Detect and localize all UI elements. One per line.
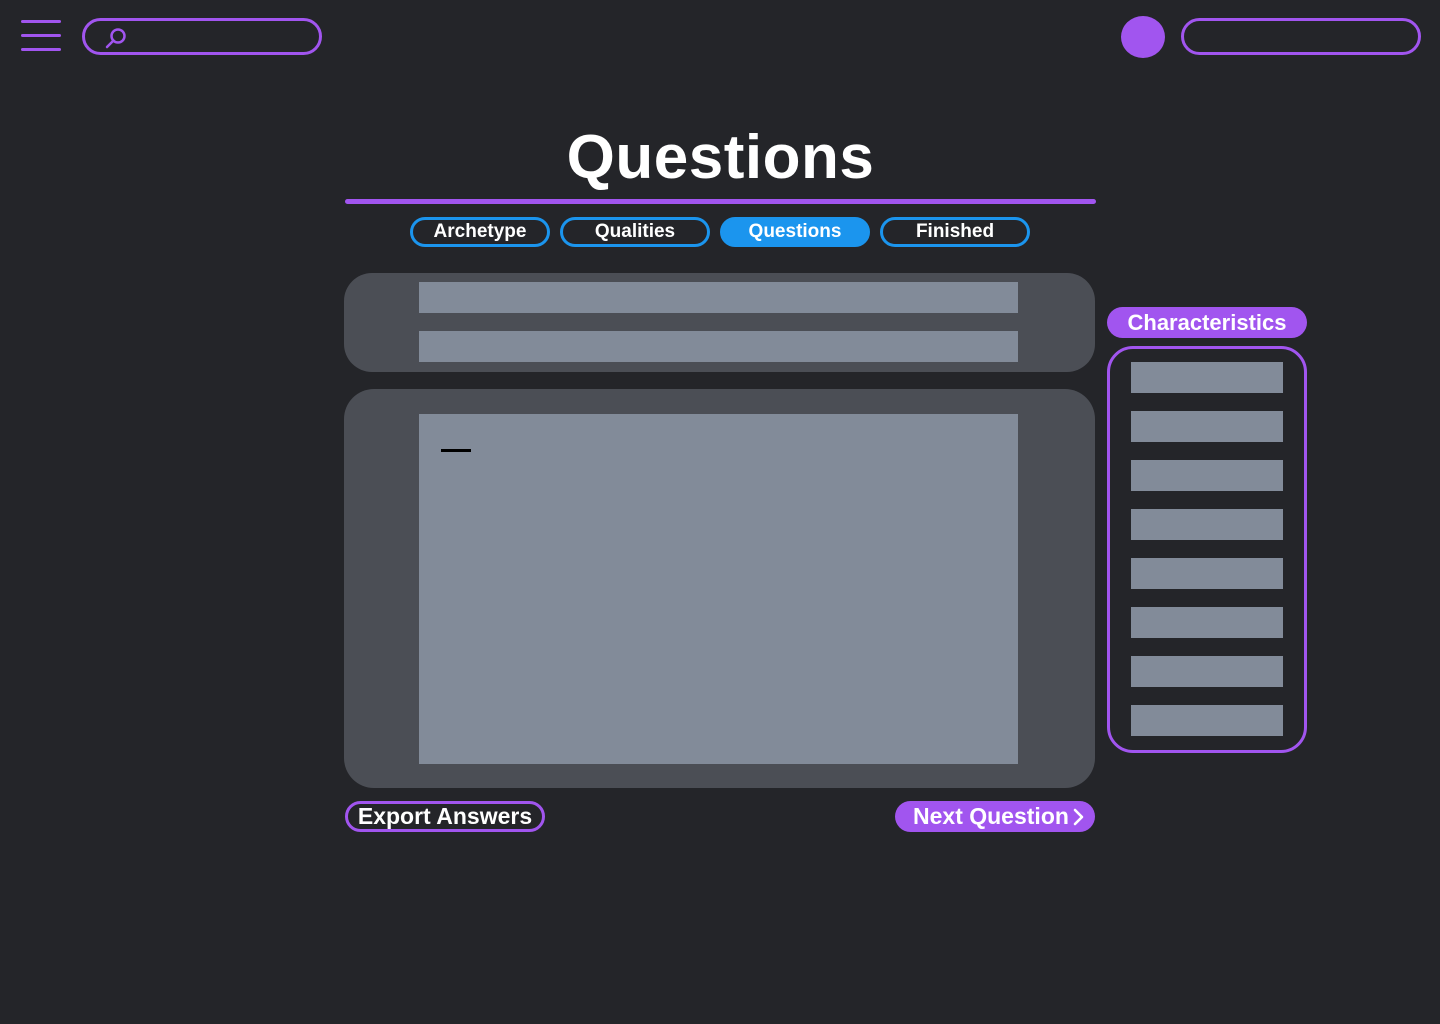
text-cursor xyxy=(441,449,471,452)
characteristic-item[interactable] xyxy=(1131,656,1283,687)
characteristic-item[interactable] xyxy=(1131,607,1283,638)
characteristic-item[interactable] xyxy=(1131,362,1283,393)
search-bar[interactable] xyxy=(82,18,322,55)
export-answers-button[interactable]: Export Answers xyxy=(345,801,545,832)
search-input[interactable] xyxy=(133,25,317,51)
title-divider xyxy=(345,199,1096,204)
tab-finished[interactable]: Finished xyxy=(880,217,1030,247)
next-question-button[interactable]: Next Question xyxy=(895,801,1095,832)
export-answers-label: Export Answers xyxy=(357,803,533,829)
characteristics-heading: Characteristics xyxy=(1107,307,1307,338)
search-icon xyxy=(105,28,126,49)
question-line-2 xyxy=(419,331,1018,362)
tab-qualities[interactable]: Qualities xyxy=(560,217,710,247)
tab-archetype[interactable]: Archetype xyxy=(410,217,550,247)
characteristic-item[interactable] xyxy=(1131,411,1283,442)
answer-textarea[interactable] xyxy=(419,414,1018,764)
characteristic-item[interactable] xyxy=(1131,509,1283,540)
characteristic-item[interactable] xyxy=(1131,460,1283,491)
characteristics-list xyxy=(1107,346,1307,753)
tab-questions[interactable]: Questions xyxy=(720,217,870,247)
page-title: Questions xyxy=(566,123,875,192)
question-line-1 xyxy=(419,282,1018,313)
account-button[interactable] xyxy=(1181,18,1421,55)
avatar[interactable] xyxy=(1121,16,1165,58)
characteristic-item[interactable] xyxy=(1131,705,1283,736)
characteristic-item[interactable] xyxy=(1131,558,1283,589)
hamburger-menu-icon[interactable] xyxy=(21,20,61,52)
next-question-label: Next Question xyxy=(913,803,1069,829)
chevron-right-icon xyxy=(1073,808,1084,826)
